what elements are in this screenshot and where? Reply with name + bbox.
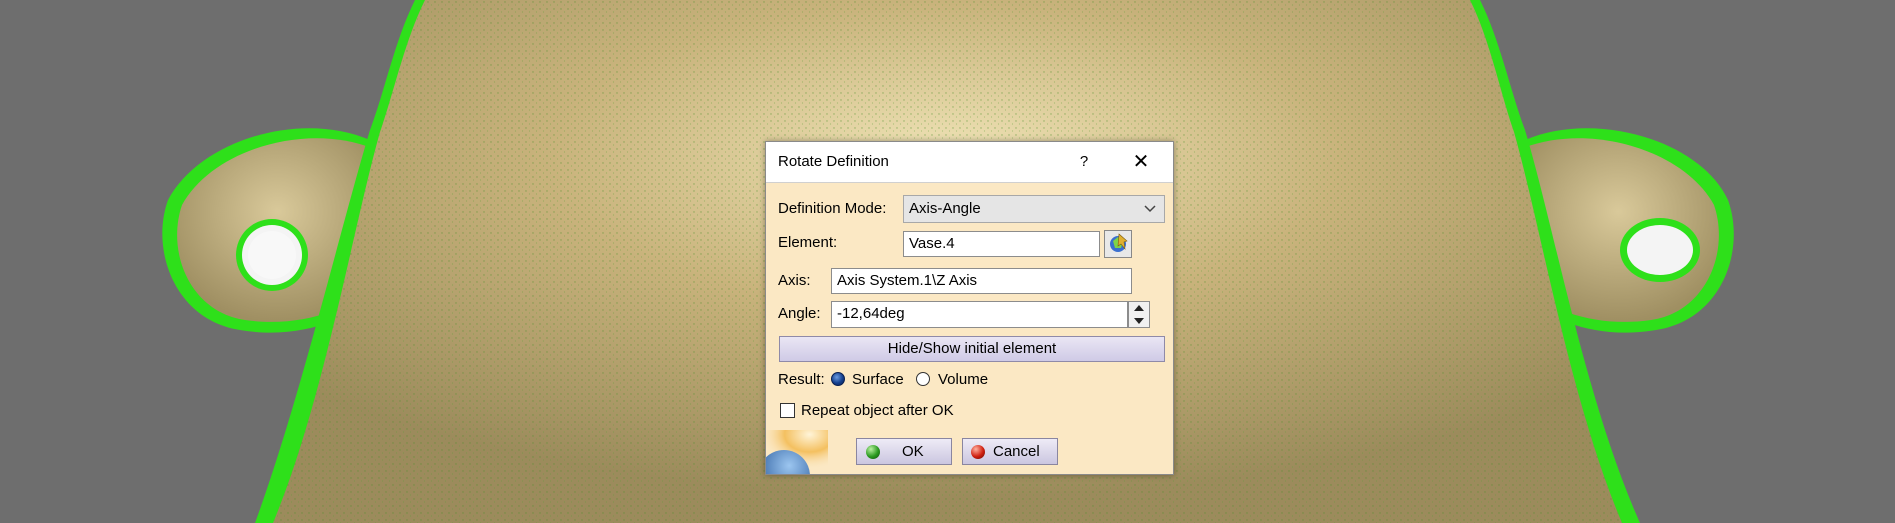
repeat-object-checkbox[interactable] <box>780 403 795 418</box>
green-dot-icon <box>866 445 880 459</box>
red-dot-icon <box>971 445 985 459</box>
element-field[interactable]: Vase.4 <box>903 231 1100 257</box>
rotate-definition-dialog: Rotate Definition ? ✕ Definition Mode: A… <box>765 141 1174 475</box>
help-button[interactable]: ? <box>1070 148 1098 176</box>
axis-label: Axis: <box>778 272 811 289</box>
chevron-down-icon <box>1144 196 1156 231</box>
cancel-button-label: Cancel <box>993 443 1040 460</box>
definition-mode-label: Definition Mode: <box>778 200 887 217</box>
volume-radio[interactable] <box>916 372 930 386</box>
result-label: Result: <box>778 371 825 388</box>
catia-logo-icon <box>766 430 828 474</box>
dialog-title: Rotate Definition <box>778 153 889 170</box>
hide-show-initial-element-button[interactable]: Hide/Show initial element <box>779 336 1165 362</box>
element-label: Element: <box>778 234 838 251</box>
spin-down-icon[interactable] <box>1129 315 1149 327</box>
ok-button-label: OK <box>902 443 924 460</box>
definition-mode-select[interactable]: Axis-Angle <box>903 195 1165 223</box>
close-button[interactable]: ✕ <box>1124 148 1158 176</box>
spin-up-icon[interactable] <box>1129 302 1149 314</box>
angle-spinner[interactable] <box>1128 301 1150 328</box>
ok-button[interactable]: OK <box>856 438 952 465</box>
definition-mode-value: Axis-Angle <box>909 200 981 217</box>
surface-radio[interactable] <box>831 372 845 386</box>
cancel-button[interactable]: Cancel <box>962 438 1058 465</box>
angle-label: Angle: <box>778 305 821 322</box>
surface-radio-label: Surface <box>852 371 904 388</box>
dialog-titlebar[interactable]: Rotate Definition ? ✕ <box>766 142 1173 183</box>
axis-field[interactable]: Axis System.1\Z Axis <box>831 268 1132 294</box>
angle-field[interactable]: -12,64deg <box>831 301 1128 328</box>
volume-radio-label: Volume <box>938 371 989 388</box>
repeat-object-label: Repeat object after OK <box>801 402 954 419</box>
element-picker-icon[interactable] <box>1104 230 1132 258</box>
